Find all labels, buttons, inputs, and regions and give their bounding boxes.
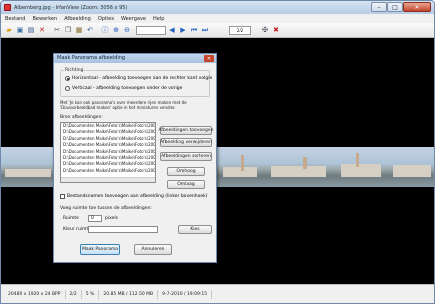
choose-color-button[interactable]: Kies xyxy=(178,225,212,234)
panorama-dialog: Maak Panorama afbeelding ✕ Richting Hori… xyxy=(53,53,217,263)
space-color-label: Kleur ruimte xyxy=(63,227,91,232)
add-images-button[interactable]: Afbeeldingen toevoegen xyxy=(159,126,213,135)
status-page: 2/2 xyxy=(66,289,82,299)
space-group-label: Voeg ruimte toe tussen de afbeeldingen: xyxy=(60,206,152,211)
menu-afbeelding[interactable]: Afbeelding xyxy=(64,16,91,22)
direction-group: Richting Horizontaal - afbeelding toevoe… xyxy=(60,68,212,97)
next-icon[interactable]: ▶ xyxy=(178,25,188,35)
minimize-button[interactable]: – xyxy=(371,2,387,12)
delete-icon[interactable]: ✕ xyxy=(37,25,47,35)
window-title: Albemberg.jpg - IrfanView (Zoom: 3056 x … xyxy=(14,4,128,11)
horizontal-radio[interactable] xyxy=(65,76,70,81)
list-item[interactable]: D:\Documenten Maike\Foto's\Maike\Foto's\… xyxy=(61,149,155,155)
cut-icon[interactable]: ✂ xyxy=(52,25,62,35)
filename-checkbox[interactable] xyxy=(60,194,65,199)
space-unit-label: pixels xyxy=(105,216,118,221)
toolbar-separator xyxy=(252,25,255,35)
menu-bestand[interactable]: Bestand xyxy=(5,16,25,22)
title-bar: Albemberg.jpg - IrfanView (Zoom: 3056 x … xyxy=(1,1,434,14)
page-indicator: 2/2 xyxy=(229,25,251,35)
list-item[interactable]: D:\Documenten Maike\Foto's\Maike\Foto's\… xyxy=(61,168,155,174)
vertical-radio-row[interactable]: Verticaal - afbeelding toevoegen onder d… xyxy=(65,86,182,91)
horizontal-radio-row[interactable]: Horizontaal - afbeelding toevoegen aan d… xyxy=(65,76,212,81)
settings-icon[interactable]: ✠ xyxy=(260,25,270,35)
list-item[interactable]: D:\Documenten Maike\Foto's\Maike\Foto's\… xyxy=(61,129,155,135)
toolbar-separator xyxy=(96,25,99,35)
exit-icon[interactable]: ✖ xyxy=(271,25,281,35)
open-folder-icon[interactable]: ▰ xyxy=(4,25,14,35)
close-window-button[interactable]: ✕ xyxy=(403,2,431,12)
move-up-button[interactable]: Omhoog xyxy=(167,167,205,176)
irfanview-app-icon xyxy=(4,4,11,11)
irfanview-window: Albemberg.jpg - IrfanView (Zoom: 3056 x … xyxy=(0,0,435,304)
make-panorama-button[interactable]: Maak Panorama xyxy=(80,244,120,255)
menu-weergave[interactable]: Weergave xyxy=(121,16,146,22)
list-item[interactable]: D:\Documenten Maike\Foto's\Maike\Foto's\… xyxy=(61,161,155,167)
toolbar: ▰ ▣ ▤ ✕ ✂ ❐ ▦ ↶ ⓘ ⊕ ⊖ ◀ ▶ ⏮ ⏭ 2/2 ✠ ✖ xyxy=(1,23,434,38)
source-images-list[interactable]: D:\Documenten Maike\Foto's\Maike\Foto's\… xyxy=(60,122,156,183)
source-images-label: Bron afbeeldingen: xyxy=(60,115,103,120)
status-zoom: 5 % xyxy=(82,289,100,299)
menu-bewerken[interactable]: Bewerken xyxy=(32,16,57,22)
copy-icon[interactable]: ❐ xyxy=(63,25,73,35)
zoom-out-icon[interactable]: ⊖ xyxy=(122,25,132,35)
menu-opties[interactable]: Opties xyxy=(98,16,114,22)
save-icon[interactable]: ▤ xyxy=(26,25,36,35)
sort-images-button[interactable]: Afbeeldingen sorteren xyxy=(160,152,212,161)
zoom-select[interactable] xyxy=(136,25,166,35)
horizontal-radio-label: Horizontaal - afbeelding toevoegen aan d… xyxy=(72,76,213,81)
zoom-in-icon[interactable]: ⊕ xyxy=(111,25,121,35)
status-date: 9-7-2010 / 19:09:15 xyxy=(158,289,213,299)
list-horizontal-scrollbar[interactable] xyxy=(61,177,155,182)
dialog-close-button[interactable]: ✕ xyxy=(204,55,214,62)
toolbar-separator xyxy=(256,25,259,35)
menu-help[interactable]: Help xyxy=(153,16,164,22)
move-down-button[interactable]: Omlaag xyxy=(167,180,205,189)
direction-group-label: Richting xyxy=(64,68,85,73)
last-icon[interactable]: ⏭ xyxy=(200,25,210,35)
cancel-button[interactable]: Annuleren xyxy=(134,244,172,255)
space-label: Ruimte xyxy=(63,216,79,221)
vertical-radio-label: Verticaal - afbeelding toevoegen onder d… xyxy=(72,86,183,91)
maximize-button[interactable]: □ xyxy=(387,2,403,12)
status-memory: 20.85 MB / 112.50 MB xyxy=(99,289,159,299)
dialog-title: Maak Panorama afbeelding xyxy=(54,54,216,63)
status-bar: 20480 x 1920 x 24 BPP 2/2 5 % 20.85 MB /… xyxy=(1,284,434,303)
first-icon[interactable]: ⏮ xyxy=(189,25,199,35)
list-item[interactable]: D:\Documenten Maike\Foto's\Maike\Foto's\… xyxy=(61,142,155,148)
toolbar-separator xyxy=(48,25,51,35)
undo-icon[interactable]: ↶ xyxy=(85,25,95,35)
status-dimensions: 20480 x 1920 x 24 BPP xyxy=(4,289,66,299)
space-input[interactable]: 0 xyxy=(88,215,102,222)
filename-checkbox-row[interactable]: Bestandsnamen toevoegen aan afbeelding (… xyxy=(60,194,207,199)
remove-image-button[interactable]: Afbeelding verwijderen xyxy=(160,138,212,147)
filename-checkbox-label: Bestandsnamen toevoegen aan afbeelding (… xyxy=(67,194,208,199)
info-icon[interactable]: ⓘ xyxy=(100,25,110,35)
previous-icon[interactable]: ◀ xyxy=(167,25,177,35)
space-color-swatch xyxy=(88,226,158,233)
vertical-radio[interactable] xyxy=(65,86,70,91)
paste-icon[interactable]: ▦ xyxy=(74,25,84,35)
info-note-line-2: 'Diavoorbeeldbad maken' optie in het min… xyxy=(60,105,176,110)
image-viewport[interactable]: Maak Panorama afbeelding ✕ Richting Hori… xyxy=(1,38,434,284)
menu-bar: Bestand Bewerken Afbeelding Opties Weerg… xyxy=(1,14,434,23)
slideshow-icon[interactable]: ▣ xyxy=(15,25,25,35)
